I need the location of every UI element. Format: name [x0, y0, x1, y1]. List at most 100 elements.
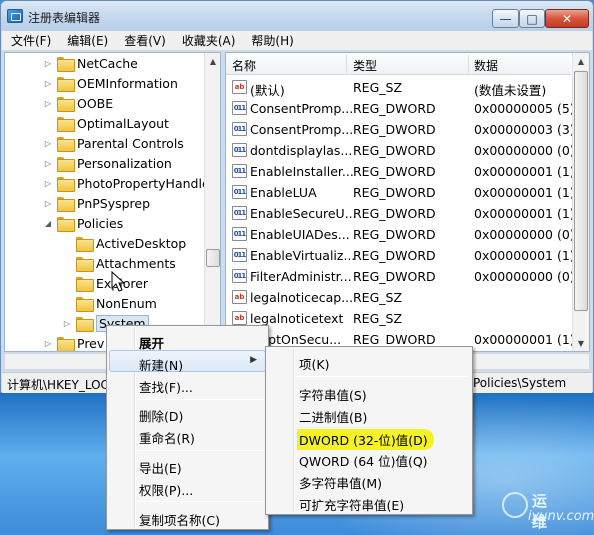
tree-item-explorer[interactable]: Explorer — [62, 273, 148, 293]
folder-icon — [76, 316, 94, 332]
folder-icon — [57, 76, 75, 92]
new-submenu: 项(K) 字符串值(S) 二进制值(B) DWORD (32-位)值(D) QW… — [265, 346, 473, 515]
folder-icon — [76, 276, 94, 292]
column-header-type[interactable]: 类型 — [353, 57, 377, 74]
menu-bar: 文件(F) 编辑(E) 查看(V) 收藏夹(A) 帮助(H) — [2, 31, 592, 51]
value-type: REG_DWORD — [353, 164, 436, 179]
scroll-thumb[interactable] — [574, 71, 588, 311]
tree-item-netcache[interactable]: ▷ NetCache — [43, 53, 138, 73]
submenu-item-qword-value[interactable]: QWORD (64 位)值(Q) — [268, 447, 470, 469]
expand-arrow-icon[interactable]: ▷ — [43, 59, 53, 68]
menu-item-copy-key-name[interactable]: 复制项名称(C) — [109, 506, 266, 528]
tree-vertical-scrollbar[interactable]: ▲ ▼ — [204, 53, 220, 351]
column-header-data[interactable]: 数据 — [474, 57, 498, 74]
dword-value-icon: 011 — [232, 143, 247, 157]
list-row[interactable]: 011 EnableLUA REG_DWORD 0x00000001 (1) — [226, 182, 575, 203]
dword-value-icon: 011 — [232, 185, 247, 199]
menu-favorites[interactable]: 收藏夹(A) — [174, 31, 244, 51]
value-name: EnableUIADes... — [250, 227, 350, 242]
list-row[interactable]: 011 dontdisplaylas... REG_DWORD 0x000000… — [226, 140, 575, 161]
value-name: dontdisplaylas... — [250, 143, 353, 158]
menu-file[interactable]: 文件(F) — [2, 31, 59, 51]
title-bar[interactable]: 注册表编辑器 — □ ✕ — [1, 1, 593, 31]
expand-arrow-icon[interactable]: ▷ — [43, 339, 53, 348]
list-row[interactable]: 011 EnableInstaller... REG_DWORD 0x00000… — [226, 161, 575, 182]
list-row[interactable]: 011 EnableVirtualiz... REG_DWORD 0x00000… — [226, 245, 575, 266]
menu-edit[interactable]: 编辑(E) — [59, 31, 116, 51]
submenu-item-multi-string-value[interactable]: 多字符串值(M) — [268, 469, 470, 491]
menu-item-rename[interactable]: 重命名(R) — [109, 424, 266, 446]
value-type: REG_DWORD — [353, 227, 436, 242]
value-type: REG_DWORD — [353, 269, 436, 284]
tree-item-label: NonEnum — [96, 295, 157, 311]
scroll-down-arrow-icon[interactable]: ▼ — [573, 335, 589, 351]
close-button[interactable]: ✕ — [545, 9, 589, 28]
folder-icon — [57, 116, 75, 132]
submenu-item-string-value[interactable]: 字符串值(S) — [268, 381, 470, 403]
scroll-up-arrow-icon[interactable]: ▲ — [573, 53, 589, 69]
menu-item-export[interactable]: 导出(E) — [109, 454, 266, 476]
menu-item-find[interactable]: 查找(F)... — [109, 373, 266, 395]
value-data: 0x00000001 (1) — [474, 248, 575, 263]
tree-item-parental-controls[interactable]: ▷ Parental Controls — [43, 133, 184, 153]
value-type: REG_DWORD — [353, 122, 436, 137]
menu-view[interactable]: 查看(V) — [116, 31, 174, 51]
tree-item-nonenum[interactable]: NonEnum — [62, 293, 157, 313]
column-divider[interactable] — [346, 55, 347, 73]
expand-arrow-icon[interactable]: ▷ — [43, 139, 53, 148]
list-row[interactable]: ab legalnoticecap... REG_SZ — [226, 287, 571, 308]
expand-arrow-icon[interactable]: ▷ — [43, 79, 53, 88]
scroll-up-arrow-icon[interactable]: ▲ — [205, 53, 220, 69]
submenu-item-binary-value[interactable]: 二进制值(B) — [268, 403, 470, 425]
submenu-item-key[interactable]: 项(K) — [268, 350, 470, 372]
menu-item-permissions[interactable]: 权限(P)... — [109, 476, 266, 498]
maximize-button[interactable]: □ — [519, 9, 545, 28]
collapse-arrow-icon[interactable]: ◢ — [43, 219, 53, 228]
menu-help[interactable]: 帮助(H) — [243, 31, 301, 51]
list-row[interactable]: 011 EnableUIADes... REG_DWORD 0x00000000… — [226, 224, 575, 245]
expand-arrow-icon[interactable]: ▷ — [43, 99, 53, 108]
tree-item-label: ActiveDesktop — [96, 235, 187, 251]
expand-arrow-icon[interactable]: ▷ — [43, 179, 53, 188]
expand-arrow-icon[interactable]: ▷ — [43, 159, 53, 168]
tree-item-oobe[interactable]: ▷ OOBE — [43, 93, 113, 113]
tree-item-policies[interactable]: ◢ Policies — [43, 213, 123, 233]
value-type: REG_DWORD — [353, 185, 436, 200]
folder-icon — [57, 96, 75, 112]
tree-item-optimallayout[interactable]: OptimalLayout — [43, 113, 169, 133]
column-header-name[interactable]: 名称 — [232, 57, 256, 74]
expand-arrow-icon[interactable]: ▷ — [62, 319, 72, 328]
expand-arrow-icon[interactable]: ▷ — [43, 199, 53, 208]
dword-value-icon: 011 — [232, 122, 247, 136]
tree-item-prev[interactable]: ▷ Prev — [43, 333, 104, 351]
list-row[interactable]: 011 ConsentPromp... REG_DWORD 0x00000003… — [226, 119, 575, 140]
list-vertical-scrollbar[interactable]: ▲ ▼ — [572, 53, 589, 351]
tree-item-personalization[interactable]: ▷ Personalization — [43, 153, 172, 173]
menu-item-delete[interactable]: 删除(D) — [109, 402, 266, 424]
column-divider[interactable] — [468, 55, 469, 73]
tree-item-activedesktop[interactable]: ActiveDesktop — [62, 233, 186, 253]
minimize-button[interactable]: — — [492, 9, 519, 28]
submenu-item-expandable-string-value[interactable]: 可扩充字符串值(E) — [268, 491, 470, 513]
menu-separator — [296, 376, 468, 377]
list-row[interactable]: 011 EnableSecureU... REG_DWORD 0x0000000… — [226, 203, 575, 224]
tree-item-oeminformation[interactable]: ▷ OEMInformation — [43, 73, 178, 93]
list-row[interactable]: ab (默认) REG_SZ (数值未设置) — [226, 77, 571, 98]
list-row[interactable]: 011 ConsentPromp... REG_DWORD 0x00000005… — [226, 98, 575, 119]
value-name: EnableSecureU... — [250, 206, 357, 221]
menu-item-new[interactable]: 新建(N) ▶ — [109, 350, 266, 373]
tree-item-photopropertyhandler[interactable]: ▷ PhotoPropertyHandle — [43, 173, 210, 193]
scroll-thumb[interactable] — [206, 249, 220, 267]
value-name: ConsentPromp... — [250, 122, 354, 137]
menu-item-expand[interactable]: 展开 — [109, 329, 266, 351]
tree-item-pnpsysprep[interactable]: ▷ PnPSysprep — [43, 193, 150, 213]
list-row[interactable]: 011 FilterAdministr... REG_DWORD 0x00000… — [226, 266, 575, 287]
value-name: FilterAdministr... — [250, 269, 352, 284]
registry-tree-pane: ▷ NetCache ▷ OEMInformation ▷ OOBE Optim… — [4, 52, 221, 352]
dword-value-icon: 011 — [232, 269, 247, 283]
submenu-item-dword-value[interactable]: DWORD (32-位)值(D) — [268, 425, 470, 450]
value-data: 0x00000003 (3) — [474, 122, 575, 137]
list-row[interactable]: ab legalnoticetext REG_SZ — [226, 308, 571, 329]
tree-item-attachments[interactable]: Attachments — [62, 253, 176, 273]
watermark-site: iyunv.com — [528, 509, 594, 524]
